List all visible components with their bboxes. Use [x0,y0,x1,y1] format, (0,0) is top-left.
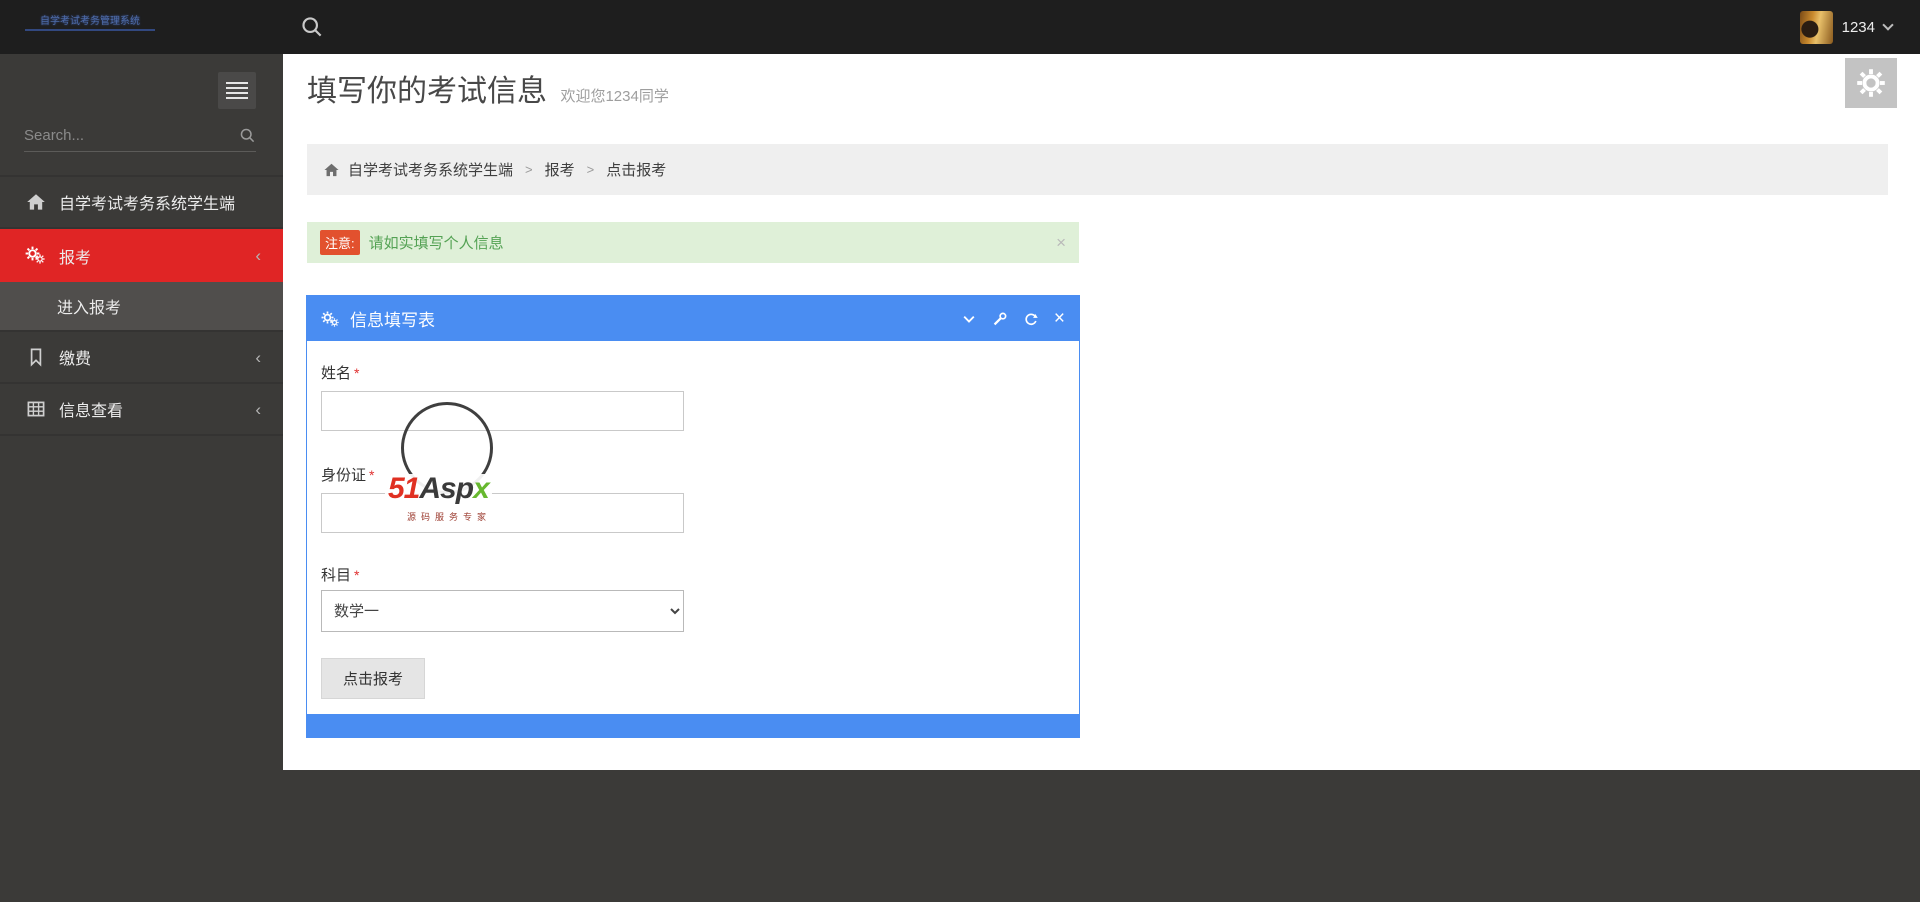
sidebar-toggle-button[interactable] [218,72,256,109]
chevron-left-icon: ‹ [255,399,261,419]
cogs-icon [321,309,341,329]
breadcrumb-current: 点击报考 [606,162,667,179]
alert-message: 请如实填写个人信息 [368,235,504,252]
logo-underline [25,29,155,31]
submit-register-button[interactable]: 点击报考 [321,658,425,699]
home-icon [323,162,340,178]
gear-icon [1856,68,1886,98]
sidebar-item-baokao[interactable]: 报考 ‹ [0,229,283,282]
search-icon[interactable] [300,15,324,39]
bookmark-icon [25,347,47,367]
breadcrumb: 自学考试考务系统学生端 > 报考 > 点击报考 [307,144,1888,195]
chevron-left-icon: ‹ [255,246,261,265]
sidebar-search-input[interactable] [24,127,239,144]
required-mark: * [369,467,375,483]
page-header: 填写你的考试信息 欢迎您1234同学 [307,66,669,110]
app-logo-text: 自学考试考务管理系统 [40,16,140,27]
control-sidebar-button[interactable] [1845,58,1897,108]
content-area: 填写你的考试信息 欢迎您1234同学 自学考试考务系统学生端 > 报考 > 点击… [283,54,1920,770]
required-mark: * [354,365,360,381]
sidebar-subitem-enter-baokao[interactable]: 进入报考 [0,282,283,332]
breadcrumb-home[interactable]: 自学考试考务系统学生端 [348,159,513,180]
close-icon[interactable]: × [1054,309,1065,328]
field-label-idcard: 身份证 * [321,467,375,484]
panel-title: 信息填写表 [350,311,435,330]
refresh-icon[interactable] [1023,311,1039,327]
breadcrumb-level1[interactable]: 报考 [545,159,575,180]
breadcrumb-separator: > [586,162,595,177]
search-icon[interactable] [239,127,256,144]
sidebar-item-label: 报考 [59,249,92,267]
user-avatar [1799,10,1833,44]
field-label-subject: 科目 * [321,567,360,584]
idcard-input[interactable] [321,493,684,533]
breadcrumb-separator: > [525,162,533,177]
sidebar: 自学考试考务系统学生端 报考 ‹ 进入报考 缴费 ‹ 信息查看 ‹ [0,54,283,770]
hamburger-icon [226,82,248,84]
panel-body: 姓名 * 身份证 * 科目 * 数学一 点击报考 [307,341,1079,714]
required-mark: * [354,567,360,583]
table-icon [25,399,47,419]
sidebar-item-label: 缴费 [59,351,92,368]
sidebar-menu: 自学考试考务系统学生端 报考 ‹ 进入报考 缴费 ‹ 信息查看 ‹ [0,175,283,436]
close-icon[interactable]: × [1056,234,1066,251]
chevron-left-icon: ‹ [255,347,261,367]
caret-down-icon [1882,19,1894,31]
panel-footer [307,714,1079,737]
info-form-panel: 信息填写表 × 姓名 * 身份证 * 科目 * 数学一 点击报考 [306,295,1080,738]
name-input[interactable] [321,391,684,431]
app-logo[interactable]: 自学考试考务管理系统 [25,12,155,31]
panel-tools: × [961,309,1065,328]
top-navbar: 自学考试考务管理系统 1234 [0,0,1920,54]
sidebar-item-jiaofei[interactable]: 缴费 ‹ [0,332,283,384]
page-subtitle: 欢迎您1234同学 [560,88,669,105]
sidebar-subitem-label: 进入报考 [57,300,122,317]
user-name: 1234 [1841,18,1875,36]
user-menu[interactable]: 1234 [1799,10,1894,44]
sidebar-search [24,120,256,152]
subject-select[interactable]: 数学一 [321,590,684,632]
wrench-icon[interactable] [992,311,1008,327]
collapse-chevron-down-icon[interactable] [961,311,977,327]
notice-alert: 注意: 请如实填写个人信息 × [307,222,1079,263]
sidebar-item-label: 信息查看 [59,403,124,420]
sidebar-item-info-view[interactable]: 信息查看 ‹ [0,384,283,436]
alert-badge: 注意: [320,230,360,255]
page-title: 填写你的考试信息 [307,75,547,108]
field-label-name: 姓名 * [321,365,360,382]
panel-heading: 信息填写表 × [307,296,1079,341]
cogs-icon [25,246,47,266]
sidebar-item-home[interactable]: 自学考试考务系统学生端 [0,177,283,229]
home-icon [25,192,47,212]
sidebar-item-label: 自学考试考务系统学生端 [59,196,236,213]
